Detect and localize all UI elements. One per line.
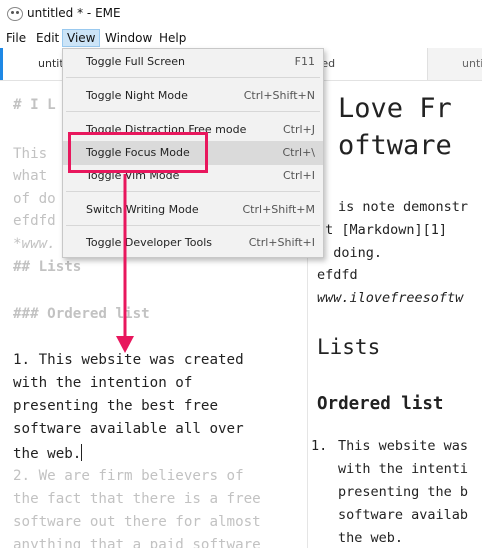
arrow-head xyxy=(116,336,134,353)
annotation-arrow-icon xyxy=(116,174,134,353)
